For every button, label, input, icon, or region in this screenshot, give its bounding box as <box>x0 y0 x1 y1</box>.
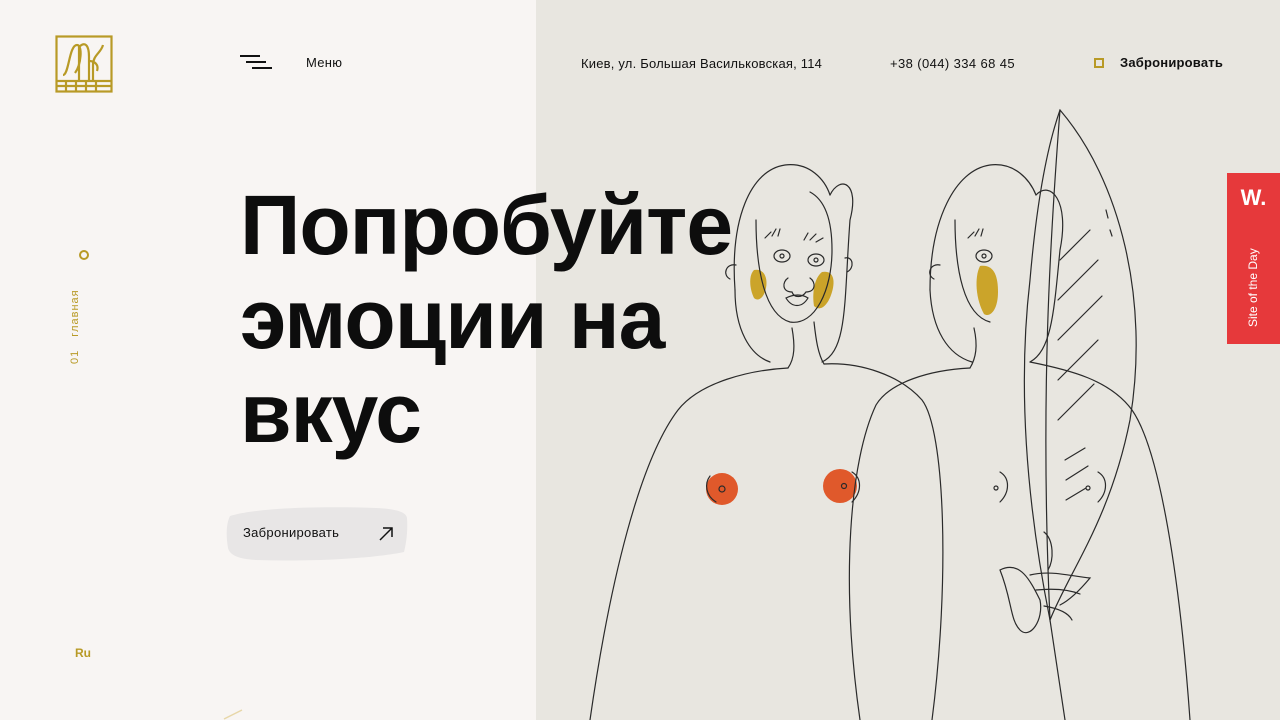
hero-title-line-1: Попробуйте <box>240 178 733 272</box>
book-button-hero-label: Забронировать <box>243 525 340 540</box>
book-button-header[interactable]: Забронировать <box>1094 55 1223 70</box>
hero-title-line-2: эмоции на <box>240 272 665 366</box>
section-number: 01 <box>69 349 81 364</box>
circle-indicator-icon <box>79 250 89 260</box>
monogram-logo-icon[interactable] <box>55 35 113 93</box>
arrow-up-right-icon <box>379 527 393 541</box>
language-switch[interactable]: Ru <box>75 646 91 660</box>
menu-button[interactable]: Меню <box>240 53 342 71</box>
hamburger-icon <box>240 55 272 69</box>
address-text: Киев, ул. Большая Васильковская, 114 <box>581 56 823 71</box>
hero-title: Попробуйте эмоции на вкус <box>240 178 733 460</box>
hero-title-line-3: вкус <box>240 366 422 460</box>
book-button-label: Забронировать <box>1120 55 1224 70</box>
section-indicator[interactable]: 01 главная <box>69 289 81 364</box>
decorative-line <box>223 709 243 720</box>
book-button-hero[interactable]: Забронировать <box>226 504 408 562</box>
phone-link[interactable]: +38 (044) 334 68 45 <box>890 56 1015 71</box>
square-bullet-icon <box>1094 57 1104 68</box>
section-label: главная <box>69 289 81 337</box>
menu-label: Меню <box>306 54 343 70</box>
